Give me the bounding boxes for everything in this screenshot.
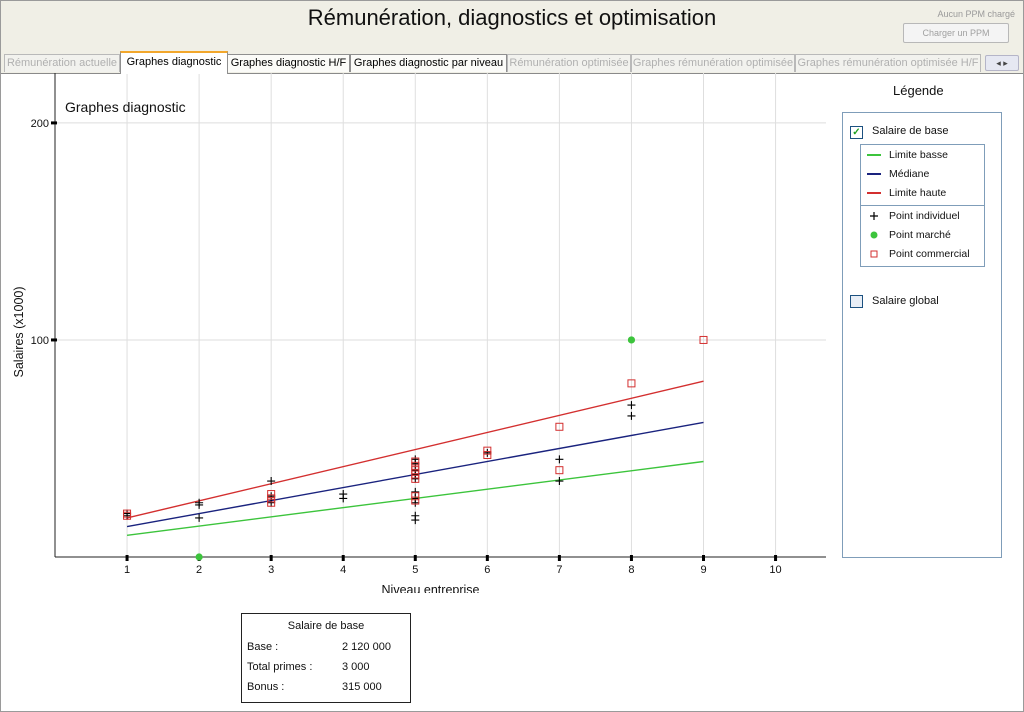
legend-title: Légende [893,83,944,98]
x-tick-label: 10 [769,564,781,576]
x-tick-label: 7 [556,564,562,576]
legend-label-mediane: Médiane [889,168,930,180]
chart-title: Graphes diagnostic [65,99,186,115]
tab-graphes-remuneration-optimisee-hf: Graphes rémunération optimisée H/F [795,54,981,72]
legend-label-limite-basse: Limite basse [889,149,948,161]
summary-label-total-primes: Total primes : [247,661,313,673]
x-tick-label: 6 [484,564,490,576]
point-marche-marker [627,336,636,344]
salaire-de-base-checkbox[interactable]: ✓ [850,126,863,139]
legend-label-point-individuel: Point individuel [889,210,960,222]
x-tick-label: 5 [412,564,418,576]
point-individuel-marker [339,494,348,503]
tab-strip: Rémunération actuelle Graphes diagnostic… [1,51,1023,74]
legend-lines-group: Limite basse Médiane Limite haute [860,144,985,206]
salaire-de-base-label: Salaire de base [872,125,949,137]
legend-label-point-commercial: Point commercial [889,248,970,260]
legend-item-limite-haute: Limite haute [861,184,984,203]
tab-graphes-diagnostic[interactable]: Graphes diagnostic [120,51,228,74]
tab-scroll-arrows[interactable]: ◂ ▸ [985,55,1019,71]
page-title: Rémunération, diagnostics et optimisatio… [307,5,717,30]
x-tick-label: 9 [700,564,706,576]
y-axis-label: Salaires (x1000) [12,286,26,377]
chart-gridlines [55,73,826,557]
ppm-status-text: Aucun PPM chargé [937,9,1015,19]
summary-value-base: 2 120 000 [342,641,391,653]
legend-item-mediane: Médiane [861,165,984,184]
summary-box: Salaire de base Base : 2 120 000 Total p… [241,613,411,703]
summary-value-bonus: 315 000 [342,681,382,693]
red-line-icon [867,192,881,194]
y-tick-label: 100 [31,335,49,347]
summary-title: Salaire de base [287,620,365,632]
point-individuel-marker [555,477,564,486]
legend-item-limite-basse: Limite basse [861,146,984,165]
tab-remuneration-optimisee: Rémunération optimisée [507,54,631,72]
x-tick-label: 1 [124,564,130,576]
point-individuel-marker [123,509,132,518]
legend-points-group: Point individuel Point marché Point comm… [860,205,985,267]
plus-marker-icon [870,212,878,220]
y-tick-label: 200 [31,118,49,130]
load-ppm-button: Charger un PPM [903,23,1009,43]
x-tick-label: 8 [628,564,634,576]
point-individuel-marker [195,513,204,522]
point-marche-marker [195,553,203,561]
x-tick-label: 2 [196,564,202,576]
x-tick-label: 3 [268,564,274,576]
legend-item-point-individuel: Point individuel [861,207,984,226]
chart-axes [51,73,826,561]
salaire-global-label: Salaire global [872,295,939,307]
square-marker-icon [870,250,878,258]
point-individuel-marker [483,448,492,457]
legend-label-limite-haute: Limite haute [889,187,947,199]
blue-line-icon [867,173,881,175]
point-individuel-marker [555,455,564,464]
x-axis-label: Niveau entreprise [382,583,480,593]
tab-graphes-remuneration-optimisee: Graphes rémunération optimisée [631,54,795,72]
point-individuel-marker [627,411,636,420]
tab-remuneration-actuelle: Rémunération actuelle [4,54,120,72]
salaire-global-checkbox[interactable] [850,295,863,308]
summary-label-bonus: Bonus : [247,681,285,693]
summary-label-base: Base : [247,641,279,653]
dot-marker-icon [870,231,878,239]
legend-item-point-commercial: Point commercial [861,245,984,264]
point-individuel-marker [627,401,636,410]
tab-graphes-diagnostic-par-niveau[interactable]: Graphes diagnostic par niveau [350,54,507,72]
legend-item-point-marche: Point marché [861,226,984,245]
point-individuel-marker [411,474,420,483]
tab-graphes-diagnostic-hf[interactable]: Graphes diagnostic H/F [227,54,350,72]
point-individuel-marker [411,516,420,525]
summary-value-total-primes: 3 000 [342,661,370,673]
green-line-icon [867,154,881,156]
header-bar: Rémunération, diagnostics et optimisatio… [1,1,1023,52]
diagnostic-chart: 1 2 3 4 5 6 7 8 9 10 100 200 Graphes diagnostic Nivea… [12,73,826,593]
legend-label-point-marche: Point marché [889,229,951,241]
x-tick-label: 4 [340,564,346,576]
